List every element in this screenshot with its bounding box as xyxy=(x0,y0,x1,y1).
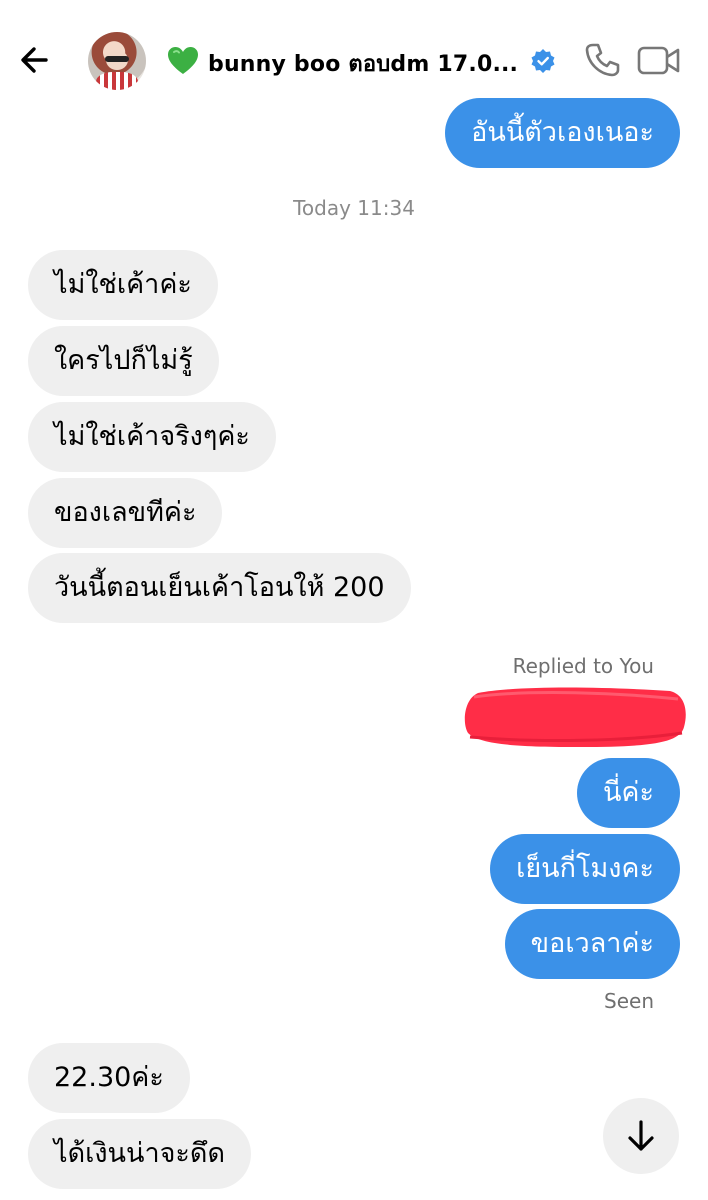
scroll-to-bottom-button[interactable] xyxy=(603,1098,679,1174)
message-incoming[interactable]: ของเลขทีค่ะ xyxy=(28,478,223,548)
message-incoming[interactable]: ใครไปก็ไม่รู้ xyxy=(28,326,219,396)
arrow-down-icon xyxy=(628,1120,654,1151)
green-heart-icon xyxy=(168,47,198,74)
message-outgoing[interactable]: ขอเวลาค่ะ xyxy=(504,909,680,979)
message-incoming[interactable]: ไม่ใช่เค้าค่ะ xyxy=(28,250,218,320)
arrow-left-icon[interactable] xyxy=(16,40,56,80)
timestamp: Today 11:34 xyxy=(293,196,415,220)
video-camera-icon[interactable] xyxy=(636,40,682,80)
message-text: ไม่ใช่เค้าจริงๆค่ะ xyxy=(54,421,250,452)
chat-title[interactable]: bunny boo ตอบdm 17.0... xyxy=(208,46,518,81)
avatar[interactable] xyxy=(88,32,146,90)
message-text: เย็นกี่โมงคะ xyxy=(516,853,654,884)
message-outgoing[interactable]: นี่ค่ะ xyxy=(576,758,680,828)
seen-status: Seen xyxy=(604,989,654,1013)
message-text: อันนี้ตัวเองเนอะ xyxy=(471,117,654,148)
message-text: วันนี้ตอนเย็นเค้าโอนให้ 200 xyxy=(54,572,385,603)
message-text: นี่ค่ะ xyxy=(602,777,654,808)
message-text: ของเลขทีค่ะ xyxy=(54,497,197,528)
redacted-reply-preview xyxy=(464,687,686,747)
message-incoming[interactable]: ไม่ใช่เค้าจริงๆค่ะ xyxy=(28,402,276,472)
message-text: 22.30ค่ะ xyxy=(54,1062,164,1093)
message-text: ไม่ใช่เค้าค่ะ xyxy=(54,269,192,300)
message-incoming[interactable]: วันนี้ตอนเย็นเค้าโอนให้ 200 xyxy=(28,553,411,623)
message-text: ขอเวลาค่ะ xyxy=(530,928,654,959)
message-text: ได้เงินน่าจะดึด xyxy=(54,1138,225,1169)
message-outgoing[interactable]: เย็นกี่โมงคะ xyxy=(490,834,680,904)
message-text: ใครไปก็ไม่รู้ xyxy=(54,345,193,376)
verified-badge-icon xyxy=(531,49,555,73)
message-outgoing[interactable]: อันนี้ตัวเองเนอะ xyxy=(445,98,680,168)
phone-icon[interactable] xyxy=(582,40,622,80)
chat-header: bunny boo ตอบdm 17.0... xyxy=(0,0,708,110)
replied-to-label: Replied to You xyxy=(512,654,654,678)
message-incoming[interactable]: ได้เงินน่าจะดึด xyxy=(28,1119,251,1189)
message-incoming[interactable]: 22.30ค่ะ xyxy=(28,1043,190,1113)
